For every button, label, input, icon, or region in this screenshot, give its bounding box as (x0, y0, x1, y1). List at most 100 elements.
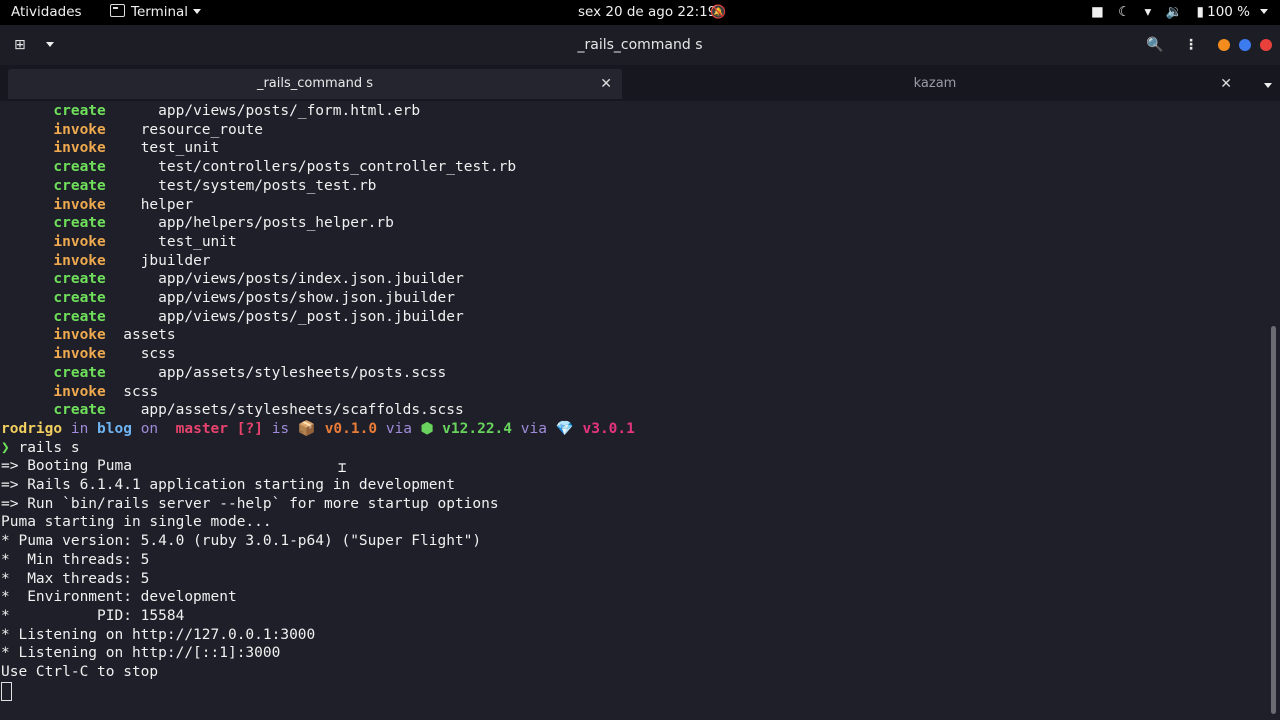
generator-action: create (53, 402, 106, 419)
output-line: * Min threads: 5 (1, 551, 150, 568)
generator-line: invoke test_unit (1, 139, 219, 158)
tab-label: _rails_command s (256, 76, 374, 91)
generator-action: create (53, 290, 106, 306)
generator-path: scss (123, 383, 159, 400)
system-top-bar: Atividades Terminal sex 20 de ago 22:19 … (0, 0, 1280, 25)
generator-line: create test/controllers/posts_controller… (1, 158, 516, 177)
generator-path: app/views/posts/_post.json.jbuilder (158, 308, 464, 325)
tab-rails-command[interactable]: _rails_command s ✕ (8, 69, 622, 99)
generator-path: app/assets/stylesheets/posts.scss (158, 364, 447, 381)
generator-action: invoke (53, 327, 106, 344)
package-icon: 📦 (297, 420, 316, 437)
system-tray[interactable]: ■ ☾ ▾ 🔉 ▮ 100 % (1081, 0, 1268, 25)
prompt-via: via (385, 420, 413, 437)
new-tab-icon[interactable]: ⊞ (14, 25, 26, 65)
generator-path: assets (123, 327, 176, 344)
generator-line: invoke test_unit (1, 233, 236, 252)
terminal-icon (110, 4, 125, 17)
volume-icon: 🔉 (1165, 4, 1183, 20)
output-line: => Run `bin/rails server --help` for mor… (1, 495, 499, 512)
scrollbar-thumb[interactable] (1271, 326, 1276, 714)
generator-action: create (53, 364, 106, 381)
generator-action: invoke (53, 233, 106, 250)
app-menu-label: Terminal (131, 4, 189, 20)
tabs-dropdown-icon[interactable] (1264, 83, 1272, 88)
generator-indent (106, 309, 158, 325)
generator-indent (106, 140, 141, 156)
output-line: Puma starting in single mode... (1, 514, 272, 531)
generator-action: invoke (53, 140, 106, 157)
generator-action: create (53, 159, 106, 176)
generator-line: invoke jbuilder (1, 252, 211, 271)
wifi-icon: ▾ (1144, 4, 1152, 20)
generator-action: create (53, 215, 106, 232)
tab-kazam[interactable]: kazam ✕ (628, 69, 1242, 99)
minimize-button[interactable] (1218, 39, 1230, 51)
output-line: * Listening on http://127.0.0.1:3000 (1, 626, 316, 643)
generator-path: scss (140, 346, 176, 363)
prompt-user: rodrigo (1, 420, 63, 437)
generator-action: create (53, 103, 106, 119)
tab-bar: _rails_command s ✕ kazam ✕ (0, 65, 1280, 102)
generator-action: create (53, 271, 106, 288)
search-icon[interactable]: 🔍 (1146, 25, 1163, 65)
generator-line: create app/views/posts/index.json.jbuild… (1, 270, 464, 289)
generator-line: create app/assets/stylesheets/scaffolds.… (1, 401, 463, 420)
command-text: rails s (18, 439, 80, 456)
generator-action: invoke (53, 196, 106, 213)
generator-line: create app/assets/stylesheets/posts.scss (1, 364, 446, 383)
night-light-icon: ☾ (1118, 4, 1131, 20)
terminal-output[interactable]: create app/views/posts/_form.html.erb in… (0, 101, 1268, 720)
maximize-button[interactable] (1239, 39, 1251, 51)
generator-line: invoke resource_route (1, 121, 263, 140)
generator-line: create app/views/posts/_form.html.erb (1, 102, 420, 121)
ruby-icon: 💎 (555, 420, 574, 437)
prompt-is: is (271, 420, 290, 437)
generator-indent (106, 365, 158, 381)
prompt-status-line: rodrigo in blog on master [?] is 📦 v0.1.… (1, 420, 635, 439)
new-tab-menu-button[interactable] (41, 25, 54, 65)
tab-label: kazam (913, 76, 957, 91)
generator-line: invoke scss (1, 383, 158, 402)
generator-line: create app/helpers/posts_helper.rb (1, 214, 393, 233)
generator-indent (106, 103, 158, 119)
output-line: * Environment: development (1, 589, 237, 606)
generator-indent (106, 346, 141, 362)
generator-path: test_unit (140, 140, 220, 157)
generator-action: invoke (53, 121, 106, 138)
camera-icon: ■ (1091, 4, 1104, 20)
prompt-package-version: v0.1.0 (324, 420, 378, 437)
generator-indent (106, 327, 123, 343)
activities-button[interactable]: Atividades (11, 0, 82, 25)
clock[interactable]: sex 20 de ago 22:19 (578, 0, 716, 25)
command-line: ❯ rails s (1, 439, 80, 458)
generator-path: helper (140, 196, 194, 213)
notifications-muted-icon: 🔕 (710, 5, 727, 20)
generator-line: invoke helper (1, 196, 193, 215)
prompt-in: in (70, 420, 89, 437)
menu-icon[interactable]: ⋮ (1184, 25, 1198, 65)
prompt-dir: blog (97, 420, 132, 437)
generator-path: app/views/posts/_form.html.erb (158, 103, 421, 119)
generator-path: resource_route (140, 121, 263, 138)
app-menu[interactable]: Terminal (110, 0, 202, 25)
chevron-down-icon (1260, 9, 1268, 14)
chevron-down-icon (193, 9, 202, 14)
generator-path: app/views/posts/index.json.jbuilder (158, 271, 464, 288)
terminal-scrollbar[interactable] (1268, 101, 1280, 720)
close-icon[interactable]: ✕ (1220, 69, 1232, 99)
generator-path: jbuilder (140, 252, 211, 269)
generator-indent (106, 271, 158, 287)
output-line: * PID: 15584 (1, 607, 185, 624)
generator-action: invoke (53, 346, 106, 363)
close-icon[interactable]: ✕ (600, 69, 612, 99)
generator-action: create (53, 308, 106, 325)
generator-indent (106, 290, 158, 306)
node-icon: ⬢ (420, 420, 434, 437)
close-window-button[interactable] (1260, 39, 1272, 51)
output-line: => Booting Puma (1, 458, 132, 475)
generator-line: invoke scss (1, 345, 176, 364)
generator-indent (106, 122, 141, 138)
output-line: Use Ctrl-C to stop (1, 664, 159, 680)
generator-indent (106, 384, 123, 400)
